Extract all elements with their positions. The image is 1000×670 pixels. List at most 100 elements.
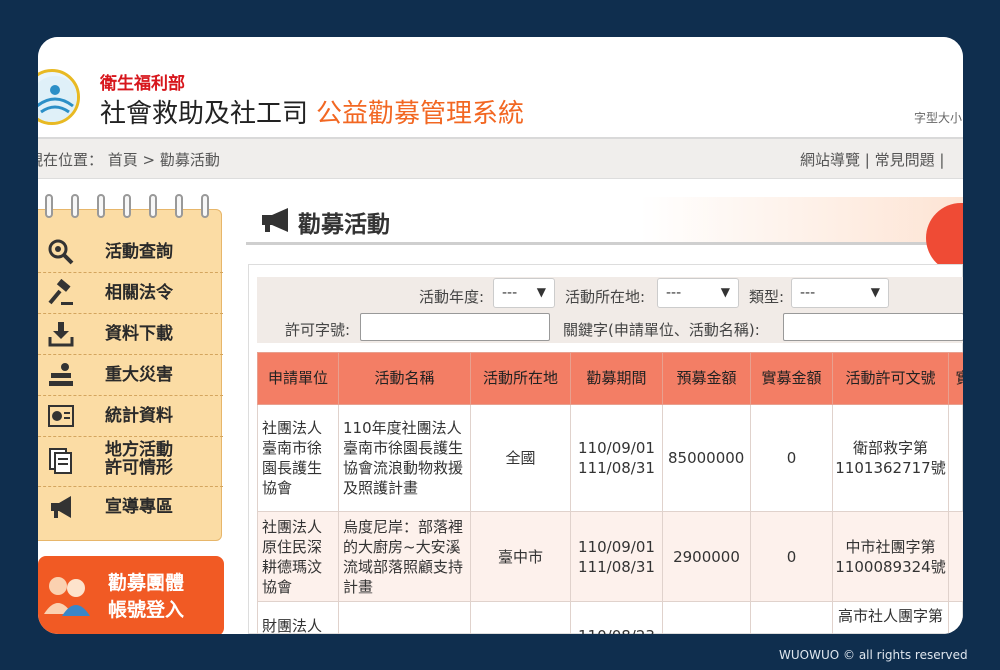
- location-select-value: ---: [666, 285, 682, 301]
- org-login-button[interactable]: 勸募團體 帳號登入: [38, 556, 224, 634]
- column-header[interactable]: 活動所在地: [470, 352, 571, 405]
- column-header[interactable]: 實募金額: [750, 352, 833, 405]
- location-cell: 臺中市: [470, 511, 571, 602]
- keyword-label: 關鍵字(申請單位、活動名稱):: [563, 321, 760, 339]
- actual-amount-cell: 0: [750, 404, 833, 512]
- department-name: 社會救助及社工司: [100, 99, 309, 129]
- ministry-logo[interactable]: [38, 69, 80, 125]
- main-content: 活動年度: --- ▼ 活動所在地: --- ▼ 類型: --- ▼ 許可字號: 關鍵…: [248, 264, 963, 634]
- target-amount-cell: [662, 601, 751, 634]
- breadcrumb-bar: 現在位置： 首頁 > 勸募活動 網站導覽 | 常見問題 |: [38, 139, 963, 179]
- sidebar-item-label: 宣導專區: [105, 497, 173, 517]
- font-size-control[interactable]: 字型大小: [914, 109, 962, 126]
- actual-cell: [948, 511, 963, 602]
- column-header[interactable]: 活動許可文號: [832, 352, 949, 405]
- sidebar-item-label: 統計資料: [105, 406, 173, 426]
- year-select-value: ---: [502, 285, 518, 301]
- type-select-value: ---: [800, 285, 816, 301]
- breadcrumb[interactable]: 現在位置： 首頁 > 勸募活動: [38, 149, 220, 170]
- sidebar-item-local-permits[interactable]: 地方活動 許可情形: [38, 437, 223, 487]
- login-label-line1: 勸募團體: [108, 572, 185, 594]
- period-start: 110/09/01: [578, 537, 655, 556]
- keyword-input[interactable]: [783, 313, 963, 341]
- location-cell: [470, 601, 571, 634]
- year-select[interactable]: --- ▼: [493, 278, 555, 308]
- top-nav-links[interactable]: 網站導覽 | 常見問題 |: [800, 149, 944, 170]
- browser-frame: 衛生福利部 社會救助及社工司 公益勸募管理系統 字型大小 現在位置： 首頁 > 勸…: [38, 37, 963, 634]
- sidebar-item-major-disasters[interactable]: 重大災害: [38, 355, 223, 396]
- disaster-icon: [47, 361, 75, 389]
- sidebar-item-activity-search[interactable]: 活動查詢: [38, 232, 223, 273]
- binder-ring: [71, 194, 79, 218]
- chevron-down-icon: ▼: [536, 285, 546, 299]
- location-select[interactable]: --- ▼: [657, 278, 739, 308]
- sidebar-item-statistics[interactable]: 統計資料: [38, 396, 223, 437]
- site-title[interactable]: 社會救助及社工司 公益勸募管理系統: [100, 93, 524, 130]
- binder-ring: [123, 194, 131, 218]
- activity-name-cell[interactable]: [338, 601, 471, 634]
- ministry-name: 衛生福利部: [100, 74, 185, 94]
- search-filters: 活動年度: --- ▼ 活動所在地: --- ▼ 類型: --- ▼ 許可字號: 關鍵…: [257, 277, 963, 343]
- period-end: 111/08/31: [578, 557, 655, 576]
- period-start: 110/09/01: [578, 439, 655, 457]
- sidebar-item-label: 重大災害: [105, 365, 173, 385]
- column-header[interactable]: 申請單位: [257, 352, 339, 405]
- column-header[interactable]: 實: [948, 352, 963, 405]
- gavel-icon: [47, 278, 75, 307]
- megaphone-icon: [258, 207, 294, 233]
- location-cell: 全國: [470, 404, 571, 512]
- year-label: 活動年度:: [419, 288, 485, 306]
- binder-ring: [175, 194, 183, 218]
- documents-icon: [47, 447, 75, 475]
- sidebar-item-promotion[interactable]: 宣導專區: [38, 487, 223, 528]
- login-label-line2: 帳號登入: [108, 599, 185, 621]
- column-header[interactable]: 勸募期間: [570, 352, 663, 405]
- activity-name-cell[interactable]: 110年度社團法人臺南市徐園長護生協會流浪動物救援及照護計畫: [338, 404, 471, 512]
- table-row[interactable]: 社團法人臺南市徐園長護生協會 110年度社團法人臺南市徐園長護生協會流浪動物救援…: [257, 404, 963, 512]
- permit-number-cell: 衛部救字第1101362717號: [832, 404, 949, 512]
- column-header[interactable]: 活動名稱: [338, 352, 471, 405]
- megaphone-icon: [47, 493, 75, 521]
- permit-number-cell: 中市社團字第1100089324號: [832, 511, 949, 602]
- actual-cell: [948, 601, 963, 634]
- sidebar-item-downloads[interactable]: 資料下載: [38, 314, 223, 355]
- actual-amount-cell: 0: [750, 511, 833, 602]
- permit-number-input[interactable]: [360, 313, 550, 341]
- activity-name-cell[interactable]: 烏度尼岸：部落裡的大廚房~大安溪流域部落照顧支持計畫: [338, 511, 471, 602]
- permit-label: 許可字號:: [285, 321, 351, 339]
- download-icon: [47, 320, 75, 348]
- applicant-cell: 社團法人原住民深耕德瑪汶協會: [257, 511, 339, 602]
- column-header[interactable]: 預募金額: [662, 352, 751, 405]
- actual-cell: [948, 404, 963, 512]
- binder-ring: [149, 194, 157, 218]
- sidebar-item-regulations[interactable]: 相關法令: [38, 273, 223, 314]
- decorative-circle: [926, 203, 963, 273]
- table-row[interactable]: 社團法人原住民深耕德瑪汶協會 烏度尼岸：部落裡的大廚房~大安溪流域部落照顧支持計…: [257, 511, 963, 602]
- applicant-cell: 社團法人臺南市徐園長護生協會: [257, 404, 339, 512]
- copyright-footer: WUOWUO © all rights reserved: [779, 648, 968, 662]
- period-end: 111/08/31: [578, 459, 655, 477]
- table-row[interactable]: 財團法人 110/08/23 高市社人團字第: [257, 601, 963, 634]
- period-cell: 110/08/23: [570, 601, 663, 634]
- location-label: 活動所在地:: [565, 288, 646, 306]
- binder-ring: [45, 194, 53, 218]
- table-header-row: 申請單位 活動名稱 活動所在地 勸募期間 預募金額 實募金額 活動許可文號 實: [257, 352, 963, 405]
- period-cell: 110/09/01 111/08/31: [570, 404, 663, 512]
- target-amount-cell: 85000000: [662, 404, 751, 512]
- sidebar-item-label: 活動查詢: [105, 242, 173, 262]
- sidebar-menu: 活動查詢 相關法令 資料下載 重大災害 統計資料 地方活動 許可情形 宣導專區: [38, 194, 223, 541]
- type-select[interactable]: --- ▼: [791, 278, 889, 308]
- period-cell: 110/09/01 111/08/31: [570, 511, 663, 602]
- page-title: 勸募活動: [298, 212, 390, 238]
- binder-ring: [97, 194, 105, 218]
- actual-amount-cell: [750, 601, 833, 634]
- login-label: 勸募團體 帳號登入: [108, 570, 184, 624]
- site-header: 衛生福利部 社會救助及社工司 公益勸募管理系統 字型大小: [38, 37, 963, 139]
- activity-table: 申請單位 活動名稱 活動所在地 勸募期間 預募金額 實募金額 活動許可文號 實 …: [257, 352, 963, 634]
- type-label: 類型:: [749, 288, 785, 306]
- magnifier-icon: [47, 238, 75, 266]
- applicant-cell: 財團法人: [257, 601, 339, 634]
- target-amount-cell: 2900000: [662, 511, 751, 602]
- binder-ring: [201, 194, 209, 218]
- system-name: 公益勸募管理系統: [316, 99, 525, 129]
